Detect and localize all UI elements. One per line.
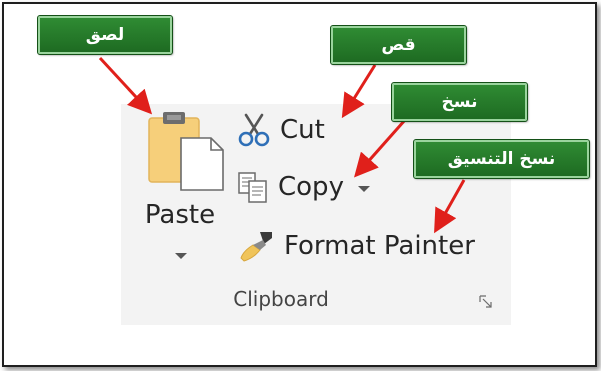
annotation-arrows — [98, 56, 466, 234]
arrow-to-cut — [341, 64, 377, 119]
callout-format-painter: نسخ التنسيق — [413, 139, 590, 179]
callout-paste: لصق — [37, 15, 173, 55]
arrow-to-format-painter — [434, 179, 466, 234]
arrow-to-copy — [354, 119, 407, 178]
arrow-to-paste — [98, 56, 153, 115]
callout-copy: نسخ — [391, 82, 528, 122]
callout-cut: قص — [330, 25, 467, 65]
